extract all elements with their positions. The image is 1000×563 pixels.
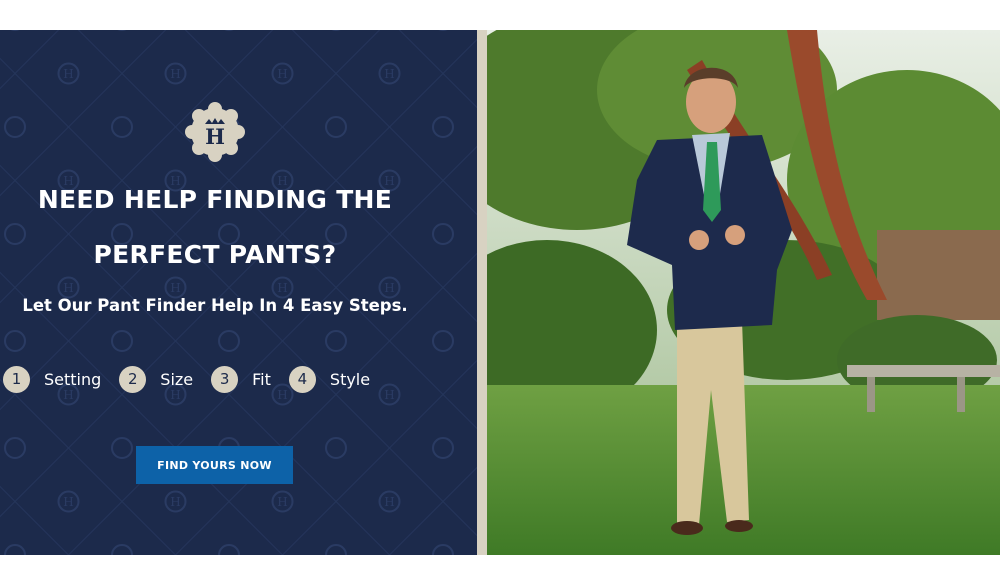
headline-line-1: NEED HELP FINDING THE xyxy=(37,185,393,214)
steps-list: 1 Setting 2 Size 3 Fit 4 Style xyxy=(3,364,388,394)
step-number-badge: 4 xyxy=(288,365,316,393)
find-yours-now-button[interactable]: FIND YOURS NOW xyxy=(136,446,293,484)
step-number-badge: 2 xyxy=(119,365,147,393)
step-style: 4 Style xyxy=(288,365,371,393)
model-photo-panel[interactable] xyxy=(487,30,1000,555)
brand-logo-icon: H xyxy=(185,102,245,162)
svg-text:H: H xyxy=(205,124,225,149)
promo-panel: H H NEED HELP FINDING THE PERFEC xyxy=(0,30,477,555)
step-label: Style xyxy=(329,369,371,389)
headline-line-2: PERFECT PANTS? xyxy=(93,240,337,269)
step-label: Size xyxy=(160,369,194,389)
step-setting: 1 Setting xyxy=(3,365,102,393)
step-label: Fit xyxy=(252,369,271,389)
step-number-badge: 3 xyxy=(211,365,239,393)
step-size: 2 Size xyxy=(119,365,194,393)
panel-divider xyxy=(477,30,487,555)
subheadline: Let Our Pant Finder Help In 4 Easy Steps… xyxy=(22,296,408,315)
model-photo-image xyxy=(487,30,1000,555)
step-fit: 3 Fit xyxy=(211,365,271,393)
pant-finder-banner: H H NEED HELP FINDING THE PERFEC xyxy=(0,30,1000,555)
step-number-badge: 1 xyxy=(3,365,30,393)
step-label: Setting xyxy=(44,369,102,389)
